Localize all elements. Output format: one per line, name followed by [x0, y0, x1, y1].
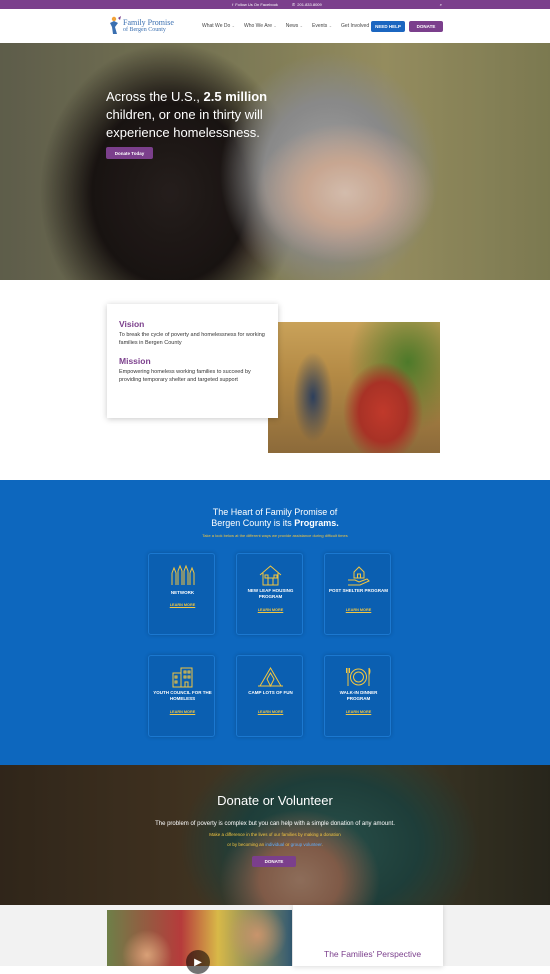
play-icon[interactable]: ▶ [186, 950, 210, 974]
header-donate-button[interactable]: DONATE [409, 21, 443, 32]
main-nav: What We Do ⌄ Who We Are ⌄ News ⌄ Events … [202, 23, 374, 29]
search-icon[interactable]: ⌕ [440, 2, 442, 7]
vision-text: To break the cycle of poverty and homele… [119, 332, 265, 346]
chevron-down-icon: ⌄ [299, 23, 303, 28]
need-help-button[interactable]: NEED HELP [371, 21, 405, 32]
program-card-walk-in-dinner[interactable]: WALK-IN DINNER PROGRAM LEARN MORE [324, 655, 391, 737]
learn-more-link[interactable]: LEARN MORE [240, 608, 301, 612]
top-bar: f Follow Us On Facebook ✆ 201.833.8009 ⌕ [0, 0, 550, 9]
donate-volunteer-links: or by becoming an individual or group vo… [227, 842, 323, 847]
hero-headline: Across the U.S., 2.5 million children, o… [106, 89, 268, 140]
program-card-network[interactable]: NETWORK LEARN MORE [148, 553, 215, 635]
programs-title: The Heart of Family Promise of Bergen Co… [211, 507, 339, 528]
learn-more-link[interactable]: LEARN MORE [152, 710, 213, 714]
vision-title: Vision [119, 319, 145, 329]
facebook-link[interactable]: f Follow Us On Facebook [232, 2, 278, 7]
nav-news[interactable]: News ⌄ [286, 23, 303, 29]
logo-mark-icon [110, 16, 121, 34]
donate-intro-text: The problem of poverty is complex but yo… [155, 821, 395, 827]
mother-child-photo [268, 322, 440, 453]
facebook-icon: f [232, 2, 234, 7]
donate-volunteer-title: Donate or Volunteer [217, 793, 333, 808]
mission-text: Empowering homeless working families to … [119, 369, 251, 383]
learn-more-link[interactable]: LEARN MORE [328, 608, 389, 612]
chevron-down-icon: ⌄ [328, 23, 333, 28]
families-perspective-section: ▶ The Families' Perspective [0, 905, 550, 974]
nav-what-we-do[interactable]: What We Do ⌄ [202, 23, 235, 29]
house-icon [259, 565, 282, 586]
donate-volunteer-section: Donate or Volunteer The problem of pover… [0, 765, 550, 905]
learn-more-link[interactable]: LEARN MORE [328, 710, 389, 714]
chevron-down-icon: ⌄ [273, 23, 277, 28]
program-label: NETWORK [170, 590, 195, 595]
individual-volunteer-link[interactable]: individual [265, 842, 284, 847]
logo-title: Family Promise [123, 18, 174, 27]
phone-link[interactable]: ✆ 201.833.8009 [292, 2, 322, 7]
donate-section-button[interactable]: DONATE [252, 856, 296, 867]
program-label: POST SHELTER PROGRAM [329, 588, 388, 593]
nav-get-involved[interactable]: Get Involved ⌄ [341, 23, 374, 29]
program-card-post-shelter[interactable]: POST SHELTER PROGRAM LEARN MORE [324, 553, 391, 635]
site-header: Family Promise of Bergen County What We … [0, 9, 550, 43]
families-perspective-card: The Families' Perspective [293, 905, 443, 966]
learn-more-link[interactable]: LEARN MORE [152, 603, 213, 607]
donate-today-button[interactable]: Donate Today [106, 147, 153, 159]
facebook-label: Follow Us On Facebook [235, 2, 278, 7]
logo-subtitle: of Bergen County [123, 27, 166, 33]
group-volunteer-link[interactable]: group volunteer [291, 842, 322, 847]
families-perspective-title: The Families' Perspective [324, 949, 422, 959]
program-label: NEW LEAF HOUSING PROGRAM [247, 588, 294, 599]
buildings-icon [172, 667, 193, 688]
programs-subtitle: Take a look below at the different ways … [202, 533, 348, 538]
learn-more-link[interactable]: LEARN MORE [240, 710, 301, 714]
hand-house-icon [348, 566, 370, 586]
site-logo[interactable]: Family Promise of Bergen County [108, 13, 176, 39]
nav-who-we-are[interactable]: Who We Are ⌄ [244, 23, 277, 29]
program-label: CAMP LOTS OF FUN [248, 690, 293, 695]
donate-make-difference-text: Make a difference in the lives of our fa… [209, 832, 341, 837]
program-card-camp[interactable]: CAMP LOTS OF FUN LEARN MORE [236, 655, 303, 737]
tent-icon [258, 667, 283, 688]
hands-icon [171, 564, 195, 585]
vision-mission-card: Vision To break the cycle of poverty and… [107, 304, 278, 418]
nav-events[interactable]: Events ⌄ [312, 23, 332, 29]
program-card-youth-council[interactable]: YOUTH COUNCIL FOR THE HOMELESS LEARN MOR… [148, 655, 215, 737]
chevron-down-icon: ⌄ [231, 23, 235, 28]
programs-section: The Heart of Family Promise of Bergen Co… [0, 480, 550, 765]
program-label: WALK-IN DINNER PROGRAM [339, 690, 378, 701]
mission-title: Mission [119, 356, 151, 366]
hero-banner: Across the U.S., 2.5 million children, o… [0, 43, 550, 280]
program-card-new-leaf[interactable]: NEW LEAF HOUSING PROGRAM LEARN MORE [236, 553, 303, 635]
phone-icon: ✆ [291, 2, 296, 7]
plate-icon [346, 667, 371, 686]
program-label: YOUTH COUNCIL FOR THE HOMELESS [153, 690, 212, 701]
phone-label: 201.833.8009 [297, 2, 322, 7]
